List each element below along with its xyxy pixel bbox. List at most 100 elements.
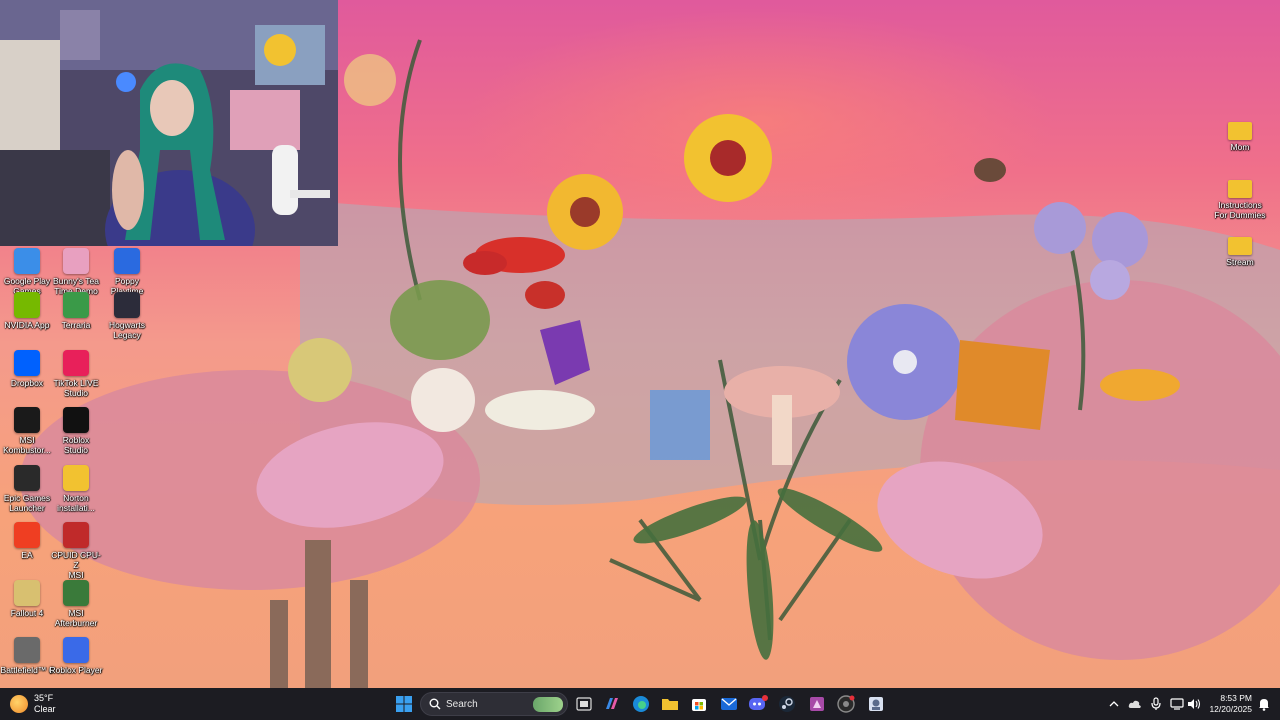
desktop-icon-label: Epic Games Launcher xyxy=(3,493,51,513)
ea-icon xyxy=(14,522,40,548)
bell-icon xyxy=(1259,699,1269,711)
outlook-icon xyxy=(721,698,737,710)
search-icon xyxy=(429,698,441,710)
folder-icon xyxy=(63,465,89,491)
chrome-icon xyxy=(837,695,855,713)
epic-games-icon xyxy=(14,465,40,491)
desktop-icon-15[interactable]: MSI Afterburner xyxy=(49,580,103,628)
clock-time: 8:53 PM xyxy=(1220,693,1252,703)
edge-button[interactable] xyxy=(629,692,653,716)
desktop-icon-label: Battlefield™ 6 xyxy=(0,665,54,675)
taskbar: 35°F Clear Search 8:53 PM 12/20/2025 xyxy=(0,688,1280,720)
desktop-icon-9[interactable]: Roblox Studio xyxy=(49,407,103,455)
desktop-icon-2[interactable]: Poppy Playtime xyxy=(100,248,154,296)
desktop-icon-14[interactable]: Fallout 4 xyxy=(0,580,54,618)
desktop-icon-11[interactable]: Norton installati... xyxy=(49,465,103,513)
desktop-icon-label: TikTok LIVE Studio xyxy=(53,378,99,398)
desktop-icon-8[interactable]: MSI Kombustor... xyxy=(0,407,54,455)
speaker-icon xyxy=(1188,699,1201,709)
desktop-icon-7[interactable]: TikTok LIVE Studio xyxy=(49,350,103,398)
clock[interactable]: 8:53 PM 12/20/2025 xyxy=(1202,693,1252,715)
windows-logo-icon xyxy=(396,696,412,712)
terraria-icon xyxy=(63,292,89,318)
microsoft-store-icon xyxy=(692,699,706,711)
webcam-overlay xyxy=(0,0,338,246)
clock-date: 12/20/2025 xyxy=(1209,704,1252,714)
weather-condition: Clear xyxy=(34,704,56,714)
discord-icon xyxy=(749,695,768,710)
desktop-icon-0[interactable]: Google Play Games xyxy=(0,248,54,296)
copilot-icon xyxy=(606,698,618,709)
folder-icon xyxy=(1228,180,1252,198)
desktop-folder-0[interactable]: Mom xyxy=(1213,122,1267,152)
network-icon xyxy=(1170,698,1184,710)
dropbox-icon xyxy=(14,350,40,376)
roblox-player-icon xyxy=(63,637,89,663)
microsoft-store-button[interactable] xyxy=(687,692,711,716)
desktop-icon-label: Roblox Studio xyxy=(62,435,90,455)
microphone-tray-button[interactable] xyxy=(1148,696,1164,712)
steam-icon xyxy=(779,696,795,712)
desktop-folder-1[interactable]: Instructions For Dummies xyxy=(1213,180,1267,220)
webcam-feed xyxy=(0,0,338,246)
desktop-folder-label: Instructions For Dummies xyxy=(1214,200,1266,220)
desktop-icon-3[interactable]: NVIDIA App xyxy=(0,292,54,330)
desktop-icon-label: Roblox Player xyxy=(49,665,103,675)
desktop-icon-6[interactable]: Dropbox xyxy=(0,350,54,388)
steam-button[interactable] xyxy=(775,692,799,716)
bunnys-tea-time-icon xyxy=(63,248,89,274)
desktop-icon-1[interactable]: Bunny's Tea Time Demo xyxy=(49,248,103,296)
desktop-icon-label: MSI Kombustor... xyxy=(3,435,51,455)
desktop-folder-label: Stream xyxy=(1226,257,1254,267)
poppy-playtime-icon xyxy=(114,248,140,274)
microphone-icon xyxy=(1151,697,1161,710)
game-app-icon xyxy=(810,697,824,711)
show-hidden-icons-button[interactable] xyxy=(1106,696,1122,712)
desktop-icon-label: Hogwarts Legacy xyxy=(109,320,145,340)
desktop-folder-2[interactable]: Stream xyxy=(1213,237,1267,267)
taskbar-search-box[interactable]: Search xyxy=(420,692,568,716)
desktop-icon-13[interactable]: CPUID CPU-Z MSI xyxy=(49,522,103,580)
file-explorer-icon xyxy=(662,699,678,710)
desktop-icon-label: NVIDIA App xyxy=(4,320,50,330)
folder-icon xyxy=(1228,237,1252,255)
fallout-4-icon xyxy=(14,580,40,606)
discord-button[interactable] xyxy=(746,692,770,716)
copilot-button[interactable] xyxy=(600,692,624,716)
network-tray-button[interactable] xyxy=(1169,696,1185,712)
roblox-studio-icon xyxy=(63,407,89,433)
task-view-button[interactable] xyxy=(572,692,596,716)
game-app-button[interactable] xyxy=(805,692,829,716)
desktop-icon-4[interactable]: Terraria xyxy=(49,292,103,330)
desktop-icon-label: Fallout 4 xyxy=(10,608,44,618)
desktop-icon-5[interactable]: Hogwarts Legacy xyxy=(100,292,154,340)
volume-tray-button[interactable] xyxy=(1186,696,1202,712)
chrome-button[interactable] xyxy=(834,692,858,716)
tiktok-live-studio-icon xyxy=(63,350,89,376)
file-explorer-button[interactable] xyxy=(658,692,682,716)
msi-kombustor-icon xyxy=(14,407,40,433)
search-label: Search xyxy=(446,699,478,710)
start-button[interactable] xyxy=(392,692,416,716)
desktop-icon-label: EA xyxy=(21,550,33,560)
chevron-up-icon xyxy=(1109,701,1119,707)
desktop-icon-17[interactable]: Roblox Player xyxy=(49,637,103,675)
tiktok-studio-button[interactable] xyxy=(864,692,888,716)
search-highlight-icon xyxy=(533,697,563,712)
cloud-icon xyxy=(1128,700,1141,708)
desktop-icon-10[interactable]: Epic Games Launcher xyxy=(0,465,54,513)
desktop-icon-12[interactable]: EA xyxy=(0,522,54,560)
folder-icon xyxy=(1228,122,1252,140)
desktop-icon-label: Terraria xyxy=(61,320,91,330)
weather-widget[interactable]: 35°F Clear xyxy=(10,692,80,716)
onedrive-tray-button[interactable] xyxy=(1127,696,1143,712)
task-view-icon xyxy=(576,697,592,711)
desktop-icon-label: Norton installati... xyxy=(57,493,95,513)
desktop-icon-16[interactable]: Battlefield™ 6 xyxy=(0,637,54,675)
notification-center-button[interactable] xyxy=(1256,696,1272,712)
weather-temperature: 35°F xyxy=(34,693,54,703)
desktop-icon-label: Dropbox xyxy=(10,378,44,388)
nvidia-icon xyxy=(14,292,40,318)
outlook-button[interactable] xyxy=(717,692,741,716)
desktop-folder-label: Mom xyxy=(1230,142,1250,152)
